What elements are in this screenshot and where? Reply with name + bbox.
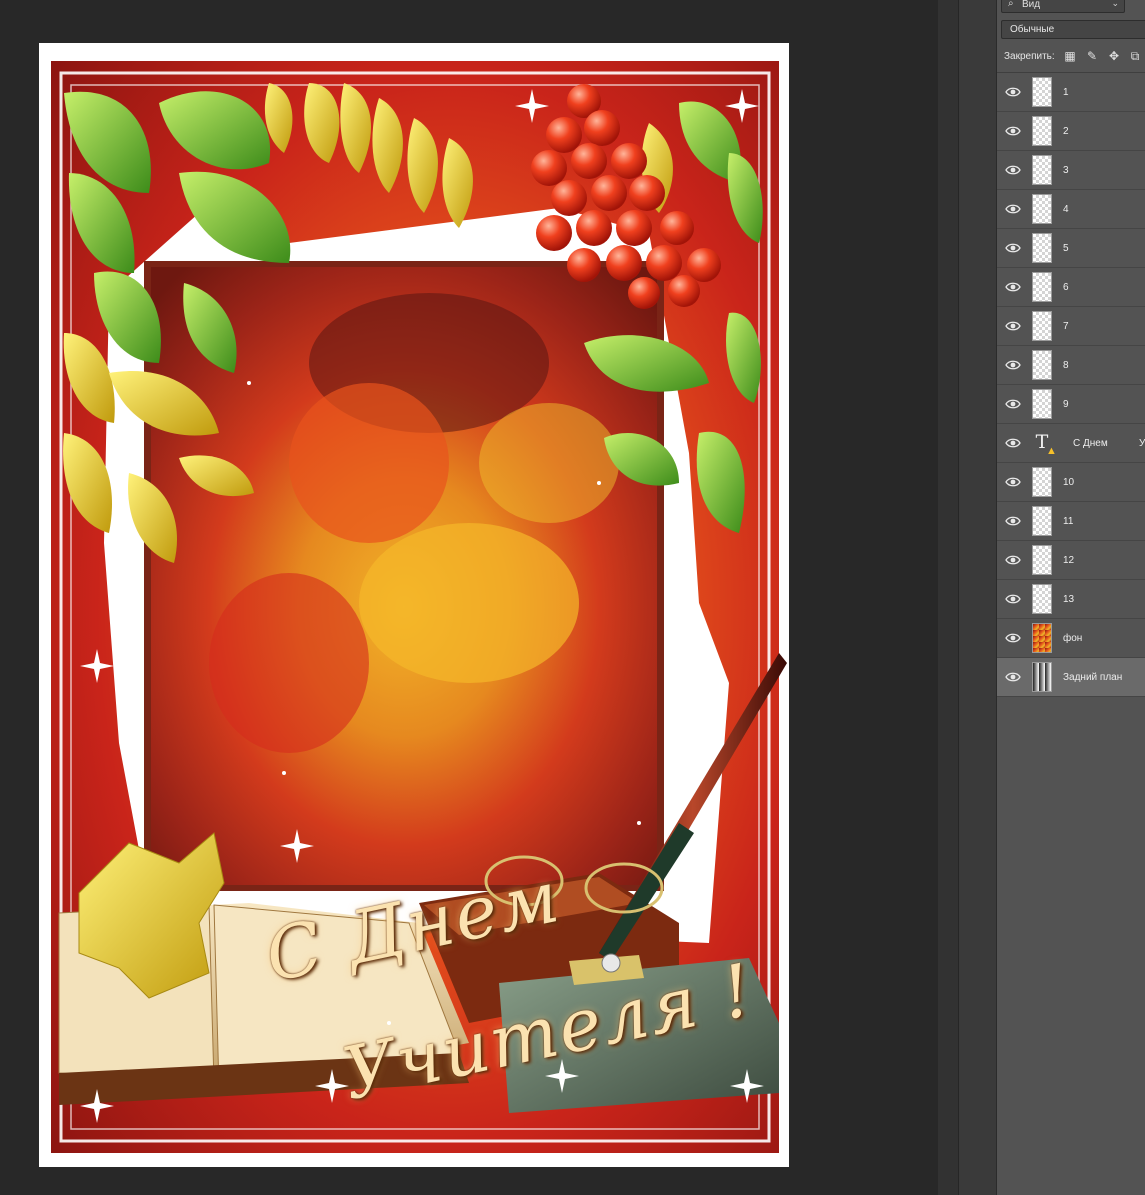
- panel-dock-strip[interactable]: [958, 0, 997, 1195]
- document-canvas[interactable]: С Днем Учителя !: [39, 43, 789, 1167]
- layer-name: 4: [1063, 204, 1069, 215]
- layer-name: С Днем: [1073, 438, 1108, 449]
- layer-row[interactable]: 6: [997, 268, 1145, 307]
- layer-row[interactable]: фон: [997, 619, 1145, 658]
- warning-icon: ▲: [1046, 445, 1057, 457]
- eye-icon[interactable]: [1005, 671, 1021, 683]
- eye-icon[interactable]: [1005, 281, 1021, 293]
- layer-row[interactable]: 7: [997, 307, 1145, 346]
- layer-thumbnail[interactable]: [1032, 233, 1052, 263]
- blend-mode-label: Обычные: [1010, 24, 1055, 35]
- layer-row[interactable]: 13: [997, 580, 1145, 619]
- layer-row[interactable]: 8: [997, 346, 1145, 385]
- layer-name: 8: [1063, 360, 1069, 371]
- layer-thumbnail[interactable]: [1032, 77, 1052, 107]
- layer-thumbnail[interactable]: [1032, 272, 1052, 302]
- layer-row[interactable]: 5: [997, 229, 1145, 268]
- layer-thumbnail[interactable]: [1032, 662, 1052, 692]
- layer-thumbnail[interactable]: [1032, 350, 1052, 380]
- layer-row[interactable]: 4: [997, 190, 1145, 229]
- chevron-down-icon: ⌄: [1111, 0, 1119, 8]
- layer-row[interactable]: T ▲ С Днем У: [997, 424, 1145, 463]
- eye-icon[interactable]: [1005, 437, 1021, 449]
- lock-artboard-icon[interactable]: ⧉: [1128, 49, 1142, 63]
- layer-row[interactable]: 11: [997, 502, 1145, 541]
- layer-row[interactable]: Задний план: [997, 658, 1145, 697]
- layers-panel: ⌕ Вид ⌄ Обычные Закрепить: ▦ ✎ ✥ ⧉ 12345…: [996, 0, 1145, 1195]
- layer-thumbnail[interactable]: [1032, 389, 1052, 419]
- eye-icon[interactable]: [1005, 632, 1021, 644]
- layer-name: 2: [1063, 126, 1069, 137]
- layer-name: фон: [1063, 633, 1083, 644]
- layer-filter-label: Вид: [1022, 0, 1041, 10]
- layer-filter-dropdown[interactable]: ⌕ Вид ⌄: [1001, 0, 1125, 13]
- layer-name: 13: [1063, 594, 1075, 605]
- layer-thumbnail[interactable]: [1032, 623, 1052, 653]
- eye-icon[interactable]: [1005, 476, 1021, 488]
- layer-name: 7: [1063, 321, 1069, 332]
- layer-name: Задний план: [1063, 672, 1123, 683]
- layers-list: 1 2 3 4 5 6 7 8 9 T ▲ С Днем У 10 11 12 13 фон Задний план: [997, 72, 1145, 697]
- layer-thumbnail[interactable]: [1032, 584, 1052, 614]
- layer-name: 12: [1063, 555, 1075, 566]
- lock-row: Закрепить: ▦ ✎ ✥ ⧉: [997, 46, 1145, 66]
- eye-icon[interactable]: [1005, 554, 1021, 566]
- layer-thumbnail[interactable]: [1032, 194, 1052, 224]
- eye-icon[interactable]: [1005, 125, 1021, 137]
- layer-thumbnail[interactable]: [1032, 467, 1052, 497]
- eye-icon[interactable]: [1005, 398, 1021, 410]
- layer-name: 1: [1063, 87, 1069, 98]
- eye-icon[interactable]: [1005, 164, 1021, 176]
- eye-icon[interactable]: [1005, 593, 1021, 605]
- layer-row[interactable]: 3: [997, 151, 1145, 190]
- eye-icon[interactable]: [1005, 515, 1021, 527]
- lock-brush-icon[interactable]: ✎: [1085, 49, 1099, 63]
- panel-gutter: [938, 0, 958, 1195]
- layer-name: 11: [1063, 516, 1074, 527]
- canvas-area[interactable]: С Днем Учителя !: [0, 0, 938, 1195]
- layer-name: 10: [1063, 477, 1075, 488]
- search-icon: ⌕: [1008, 0, 1014, 9]
- layer-thumbnail[interactable]: [1032, 506, 1052, 536]
- lock-move-icon[interactable]: ✥: [1107, 49, 1121, 63]
- layer-row[interactable]: 2: [997, 112, 1145, 151]
- layer-name: 3: [1063, 165, 1069, 176]
- eye-icon[interactable]: [1005, 203, 1021, 215]
- layer-thumbnail[interactable]: [1032, 155, 1052, 185]
- layer-thumbnail[interactable]: [1032, 311, 1052, 341]
- layer-row[interactable]: 10: [997, 463, 1145, 502]
- layer-name: 6: [1063, 282, 1069, 293]
- layer-row[interactable]: 12: [997, 541, 1145, 580]
- eye-icon[interactable]: [1005, 320, 1021, 332]
- layer-name-overflow: У: [1139, 438, 1145, 449]
- lock-transparent-icon[interactable]: ▦: [1063, 49, 1077, 63]
- layer-name: 9: [1063, 399, 1069, 410]
- layer-thumbnail[interactable]: [1032, 545, 1052, 575]
- eye-icon[interactable]: [1005, 86, 1021, 98]
- layer-row[interactable]: 9: [997, 385, 1145, 424]
- layer-name: 5: [1063, 243, 1069, 254]
- lock-label: Закрепить:: [1004, 51, 1055, 62]
- layer-row[interactable]: 1: [997, 73, 1145, 112]
- blend-mode-dropdown[interactable]: Обычные: [1001, 20, 1145, 39]
- eye-icon[interactable]: [1005, 359, 1021, 371]
- layer-thumbnail[interactable]: [1032, 116, 1052, 146]
- eye-icon[interactable]: [1005, 242, 1021, 254]
